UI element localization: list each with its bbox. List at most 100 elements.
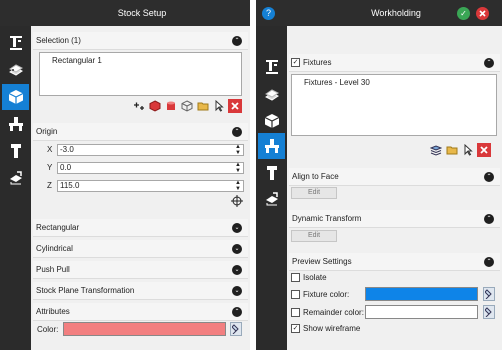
pointer-select-icon[interactable] <box>212 99 226 113</box>
fixtures-label: Fixtures <box>303 58 332 67</box>
origin-y-field[interactable]: 0.0 <box>57 162 244 174</box>
section-label: Push Pull <box>36 265 70 274</box>
cylindrical-section-header[interactable]: Cylindrical ⌄ <box>33 240 248 258</box>
fixture-color-label: Fixture color: <box>303 290 350 299</box>
wire-cube-icon[interactable] <box>180 99 194 113</box>
tool-icon[interactable] <box>2 138 29 164</box>
workholding-icon[interactable] <box>258 133 285 159</box>
preview-settings-section-header[interactable]: Preview Settings ⌃ <box>289 253 500 271</box>
y-label: Y <box>47 163 53 172</box>
machine-icon[interactable] <box>258 54 285 80</box>
dynamic-transform-label: Dynamic Transform <box>292 214 362 223</box>
origin-header-label: Origin <box>36 127 58 136</box>
y-spinner-icon[interactable]: ▲ ▼ <box>234 162 242 174</box>
attributes-header-label: Attributes <box>36 307 70 316</box>
collapse-chevron-icon[interactable]: ⌃ <box>232 127 242 137</box>
expand-chevron-icon[interactable]: ⌄ <box>232 265 242 275</box>
section-label: Cylindrical <box>36 244 73 253</box>
fixtures-checkbox[interactable]: ✓ <box>291 58 300 67</box>
list-item[interactable]: Fixtures - Level 30 <box>304 78 370 87</box>
pointer-select-icon[interactable] <box>461 143 475 157</box>
red-solid-icon[interactable] <box>148 99 162 113</box>
rectangular-section-header[interactable]: Rectangular ⌄ <box>33 219 248 237</box>
stock-setup-panel: Stock Setup Selection (1) ⌃ Rectangular … <box>0 0 250 350</box>
isolate-checkbox[interactable] <box>291 273 300 282</box>
color-picker-icon[interactable] <box>230 322 242 336</box>
fixture-color-checkbox[interactable] <box>291 290 300 299</box>
remainder-color-label: Remainder color: <box>303 308 364 317</box>
transform-edit-button[interactable]: Edit <box>291 230 337 242</box>
folder-icon[interactable] <box>196 99 210 113</box>
x-label: X <box>47 145 53 154</box>
attributes-section-header[interactable]: Attributes ⌃ <box>33 303 248 321</box>
push-pull-section-header[interactable]: Push Pull ⌄ <box>33 261 248 279</box>
workholding-icon[interactable] <box>2 111 29 137</box>
stack-layers-icon[interactable] <box>429 143 443 157</box>
workholding-content: ✓ Fixtures ⌃ Fixtures - Level 30 Align t… <box>287 26 502 350</box>
panel-title: Stock Setup <box>117 8 167 18</box>
selection-header-label: Selection (1) <box>36 36 81 45</box>
align-to-face-label: Align to Face <box>292 172 339 181</box>
list-item[interactable]: Rectangular 1 <box>52 56 102 65</box>
show-wireframe-label: Show wireframe <box>303 324 361 333</box>
preview-settings-label: Preview Settings <box>292 257 352 266</box>
color-picker-icon[interactable] <box>483 305 495 319</box>
toolpath-icon[interactable] <box>2 57 29 83</box>
fixture-color-swatch[interactable] <box>365 287 478 301</box>
left-icon-rail <box>0 26 31 350</box>
stock-cube-icon[interactable] <box>258 108 285 134</box>
red-cylinder-icon[interactable] <box>164 99 178 113</box>
color-label: Color: <box>37 325 59 334</box>
help-icon[interactable]: ? <box>262 7 275 20</box>
delete-icon[interactable] <box>228 99 242 113</box>
stock-cube-icon[interactable] <box>2 84 29 110</box>
collapse-chevron-icon[interactable]: ⌃ <box>484 257 494 267</box>
origin-section-header[interactable]: Origin ⌃ <box>33 123 248 141</box>
toolpath-icon[interactable] <box>258 82 285 108</box>
tool-icon[interactable] <box>258 160 285 186</box>
right-icon-rail <box>256 26 287 350</box>
ok-check-icon[interactable]: ✓ <box>457 7 470 20</box>
simulation-icon[interactable] <box>258 186 285 212</box>
stock-setup-titlebar: Stock Setup <box>0 0 250 26</box>
z-spinner-icon[interactable]: ▲ ▼ <box>234 180 242 192</box>
dynamic-transform-section-header[interactable]: Dynamic Transform ⌃ <box>289 210 500 228</box>
target-pick-icon[interactable] <box>230 194 244 208</box>
remainder-color-checkbox[interactable] <box>291 308 300 317</box>
collapse-chevron-icon[interactable]: ⌃ <box>232 307 242 317</box>
folder-icon[interactable] <box>445 143 459 157</box>
workholding-titlebar: Workholding ? ✓ <box>256 0 502 26</box>
x-spinner-icon[interactable]: ▲ ▼ <box>234 144 242 156</box>
delete-icon[interactable] <box>477 143 491 157</box>
origin-z-field[interactable]: 115.0 <box>57 180 244 192</box>
cancel-icon[interactable] <box>476 7 489 20</box>
align-to-face-section-header[interactable]: Align to Face ⌃ <box>289 168 500 186</box>
align-edit-button[interactable]: Edit <box>291 187 337 199</box>
fixtures-list[interactable]: Fixtures - Level 30 <box>291 74 497 136</box>
panel-title: Workholding <box>371 8 421 18</box>
isolate-label: Isolate <box>303 273 327 282</box>
machine-icon[interactable] <box>2 30 29 56</box>
z-label: Z <box>47 181 52 190</box>
selection-section-header[interactable]: Selection (1) ⌃ <box>33 32 248 50</box>
collapse-chevron-icon[interactable]: ⌃ <box>484 214 494 224</box>
origin-x-field[interactable]: -3.0 <box>57 144 244 156</box>
selection-list[interactable]: Rectangular 1 <box>39 52 242 96</box>
expand-chevron-icon[interactable]: ⌄ <box>232 244 242 254</box>
section-label: Rectangular <box>36 223 80 232</box>
collapse-chevron-icon[interactable]: ⌃ <box>484 58 494 68</box>
collapse-chevron-icon[interactable]: ⌃ <box>232 36 242 46</box>
expand-chevron-icon[interactable]: ⌄ <box>232 223 242 233</box>
simulation-icon[interactable] <box>2 165 29 191</box>
remainder-color-swatch[interactable] <box>365 305 478 319</box>
stock-color-swatch[interactable] <box>63 322 226 336</box>
section-label: Stock Plane Transformation <box>36 286 135 295</box>
fixtures-section-header[interactable]: ✓ Fixtures ⌃ <box>289 54 500 72</box>
collapse-chevron-icon[interactable]: ⌃ <box>484 172 494 182</box>
add-selection-icon[interactable] <box>132 99 146 113</box>
expand-chevron-icon[interactable]: ⌄ <box>232 286 242 296</box>
stock-plane-section-header[interactable]: Stock Plane Transformation ⌄ <box>33 282 248 300</box>
stock-setup-content: Selection (1) ⌃ Rectangular 1 Origin ⌃ X… <box>31 26 250 350</box>
color-picker-icon[interactable] <box>483 287 495 301</box>
show-wireframe-checkbox[interactable]: ✓ <box>291 324 300 333</box>
